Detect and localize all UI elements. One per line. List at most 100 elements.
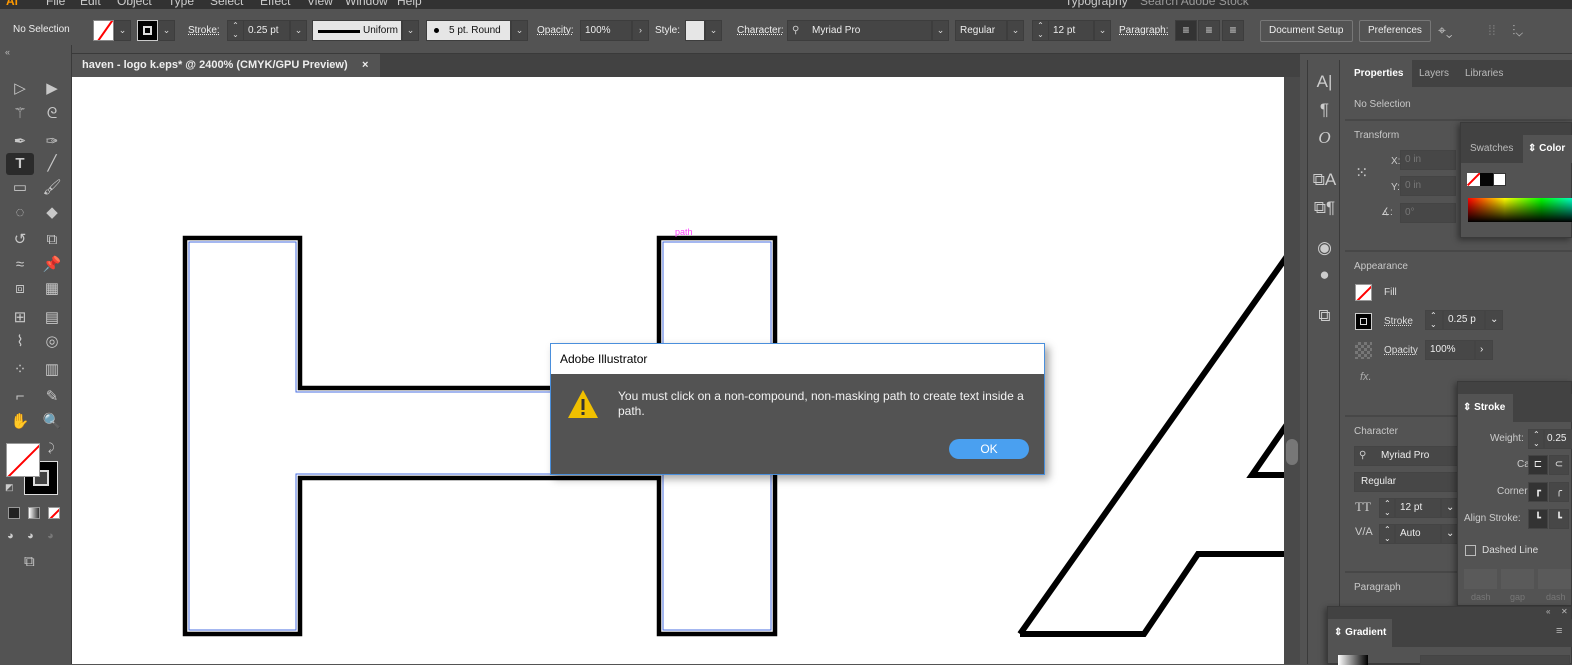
preferences-button[interactable]: Preferences xyxy=(1359,20,1431,42)
font-style-dropdown[interactable]: ⌄ xyxy=(1007,20,1024,41)
gap-input-1[interactable] xyxy=(1501,569,1534,589)
menu-type[interactable]: Type xyxy=(168,0,194,8)
color-spectrum[interactable] xyxy=(1468,198,1572,222)
slice-tool-icon[interactable]: ✎ xyxy=(40,386,64,408)
opacity-input[interactable]: 100% xyxy=(580,20,632,41)
rotate-input[interactable]: 0° xyxy=(1400,203,1456,223)
paragraph-label[interactable]: Paragraph: xyxy=(1119,25,1168,36)
stroke-swatch[interactable] xyxy=(1355,313,1372,330)
font-size-input[interactable]: 12 pt xyxy=(1048,20,1094,41)
gradient-mode-icon[interactable] xyxy=(28,507,40,519)
default-colors-icon[interactable]: ◩ xyxy=(5,482,14,493)
opacity-label[interactable]: Opacity: xyxy=(537,25,574,36)
font-size-input[interactable]: 12 pt xyxy=(1395,498,1441,518)
ok-button[interactable]: OK xyxy=(949,439,1029,459)
pathfinder-panel-icon[interactable]: ⧉ xyxy=(1308,306,1341,326)
variable-width-profile[interactable]: Uniform xyxy=(312,20,402,41)
tracking-stepper[interactable]: ⌃ ⌄ xyxy=(1379,524,1395,544)
tab-layers[interactable]: Layers xyxy=(1410,60,1458,87)
stroke-stepper[interactable]: ⌃ ⌄ xyxy=(227,20,244,41)
font-family-dropdown[interactable]: ⌄ xyxy=(932,20,949,41)
brush-definition[interactable]: 5 pt. Round xyxy=(426,20,511,41)
align-icon[interactable]: ⁞⁞ xyxy=(1488,22,1496,38)
fill-color-swatch[interactable] xyxy=(6,443,40,477)
stroke-label[interactable]: Stroke: xyxy=(188,25,220,36)
eraser-tool-icon[interactable]: ◆ xyxy=(40,202,64,224)
close-icon[interactable]: × xyxy=(362,54,368,77)
character-styles-icon[interactable]: ⧉A xyxy=(1308,170,1341,190)
opacity-expand[interactable]: › xyxy=(632,20,649,41)
draw-behind-icon[interactable]: ◕ xyxy=(27,530,34,542)
align-center-icon[interactable]: ≡ xyxy=(1198,20,1220,41)
paragraph-panel-icon[interactable]: ¶ xyxy=(1308,100,1341,120)
x-input[interactable]: 0 in xyxy=(1400,150,1456,170)
lasso-tool-icon[interactable]: ᘓ xyxy=(40,103,64,125)
style-dropdown[interactable]: ⌄ xyxy=(705,20,722,41)
line-tool-icon[interactable]: ╱ xyxy=(40,153,64,175)
font-size-stepper[interactable]: ⌃ ⌄ xyxy=(1379,498,1395,518)
stroke-weight-dropdown[interactable]: ⌄ xyxy=(1485,310,1503,330)
collapse-icon[interactable]: « xyxy=(1546,607,1550,616)
align-left-icon[interactable]: ≡ xyxy=(1175,20,1197,41)
graphic-style-swatch[interactable] xyxy=(685,20,705,41)
none-mode-icon[interactable] xyxy=(48,507,60,519)
dash-input-1[interactable] xyxy=(1464,569,1497,589)
fx-button[interactable]: fx. xyxy=(1360,371,1372,383)
stock-search[interactable]: Search Adobe Stock xyxy=(1140,0,1249,8)
dashed-line-checkbox[interactable] xyxy=(1465,545,1476,556)
scale-tool-icon[interactable]: ⧉ xyxy=(40,229,64,251)
magic-wand-tool-icon[interactable]: ⚚ xyxy=(8,103,32,125)
paragraph-styles-icon[interactable]: ⧉¶ xyxy=(1308,198,1341,218)
select-similar-icon[interactable]: ⌖⌄ xyxy=(1438,22,1453,39)
miter-join-button[interactable]: ┏ xyxy=(1528,482,1548,502)
black-swatch[interactable] xyxy=(1480,173,1493,186)
perspective-grid-tool-icon[interactable]: ▦ xyxy=(40,278,64,300)
area-type-tool-icon[interactable]: T xyxy=(6,153,34,175)
butt-cap-button[interactable]: ⊏ xyxy=(1528,455,1548,475)
weight-stepper[interactable]: ⌃ ⌄ xyxy=(1528,429,1544,449)
tab-gradient[interactable]: ⇕ Gradient xyxy=(1328,619,1392,647)
align-inside-stroke-button[interactable]: ┗ xyxy=(1549,509,1569,529)
stroke-weight-input[interactable]: 0.25 pt xyxy=(243,20,290,41)
blend-tool-icon[interactable]: ◎ xyxy=(40,331,64,353)
font-size-stepper[interactable]: ⌃ ⌄ xyxy=(1032,20,1049,41)
menu-view[interactable]: View xyxy=(307,0,333,8)
dash-input-2[interactable] xyxy=(1538,569,1571,589)
weight-input[interactable]: 0.25 xyxy=(1544,429,1572,449)
puppet-warp-tool-icon[interactable]: 📌 xyxy=(40,254,64,276)
shaper-tool-icon[interactable]: ◌ xyxy=(8,202,32,224)
align-center-stroke-button[interactable]: ┗ xyxy=(1528,509,1548,529)
font-family-input[interactable]: ⚲ Myriad Pro xyxy=(787,20,932,41)
hand-tool-icon[interactable]: ✋ xyxy=(8,411,32,433)
screen-mode-icon[interactable]: ⧉ xyxy=(24,553,35,570)
menu-help[interactable]: Help xyxy=(397,0,422,8)
tab-color[interactable]: ⇕ Color xyxy=(1523,135,1572,163)
y-input[interactable]: 0 in xyxy=(1400,176,1456,196)
font-size-dropdown[interactable]: ⌄ xyxy=(1094,20,1111,41)
font-style-input[interactable]: Regular xyxy=(1354,472,1464,492)
artboard-tool-icon[interactable]: ⌐ xyxy=(8,386,32,408)
stroke-weight-input[interactable]: 0.25 p xyxy=(1443,310,1485,330)
mesh-tool-icon[interactable]: ⊞ xyxy=(8,307,32,329)
scrollbar-thumb[interactable] xyxy=(1286,439,1298,465)
direct-selection-tool-icon[interactable]: ▶ xyxy=(40,78,64,100)
panel-menu-icon[interactable]: ≡ xyxy=(1556,625,1562,637)
shape-builder-tool-icon[interactable]: ⧈ xyxy=(8,278,32,300)
opacity-label[interactable]: Opacity xyxy=(1384,345,1418,356)
reference-point-icon[interactable]: ⁙ xyxy=(1355,163,1368,183)
menu-file[interactable]: File xyxy=(46,0,65,8)
column-graph-tool-icon[interactable]: ▥ xyxy=(40,359,64,381)
appearance-panel-icon[interactable]: ◉ xyxy=(1308,238,1341,258)
fill-swatch[interactable] xyxy=(93,20,114,41)
opacity-expand[interactable]: › xyxy=(1475,340,1493,360)
eyedropper-tool-icon[interactable]: ⌇ xyxy=(8,331,32,353)
document-tab[interactable]: haven - logo k.eps* @ 2400% (CMYK/GPU Pr… xyxy=(72,54,380,77)
vertical-scrollbar[interactable] xyxy=(1284,77,1300,664)
round-cap-button[interactable]: ⊂ xyxy=(1549,455,1569,475)
white-swatch[interactable] xyxy=(1493,173,1506,186)
align-right-icon[interactable]: ≡ xyxy=(1222,20,1244,41)
brush-dropdown[interactable]: ⌄ xyxy=(511,20,528,41)
stroke-dropdown[interactable]: ⌄ xyxy=(158,20,175,41)
swap-colors-icon[interactable]: ⤸ xyxy=(48,442,55,455)
draw-inside-icon[interactable]: ◕ xyxy=(47,530,54,542)
